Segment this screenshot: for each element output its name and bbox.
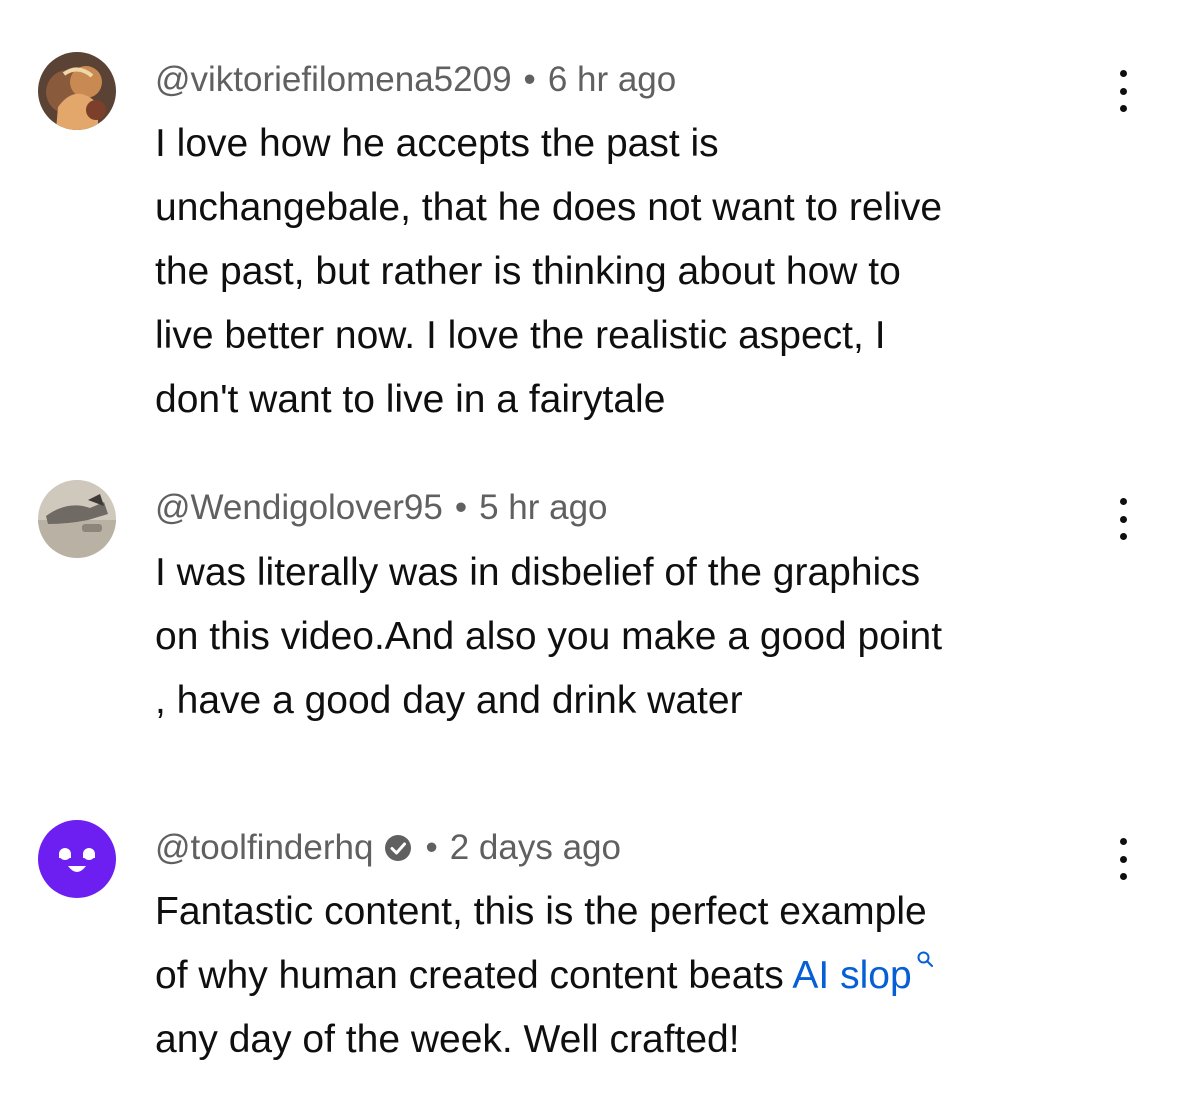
vertical-ellipsis-icon [1119, 70, 1127, 77]
vertical-ellipsis-icon [1119, 533, 1127, 540]
vertical-ellipsis-icon [1119, 855, 1127, 863]
comment-line: any day of the week. Well crafted! [155, 1018, 740, 1061]
comment-text: I was literally was in disbelief of the … [155, 541, 1115, 733]
avatar[interactable] [38, 52, 116, 130]
comment-author[interactable]: @toolfinderhq [155, 830, 373, 865]
comment-line: on this video.And also you make a good p… [155, 615, 943, 658]
avatar[interactable] [38, 480, 116, 558]
comment-line: unchangebale, that he does not want to r… [155, 186, 943, 229]
comment-line: I love how he accepts the past is [155, 122, 719, 165]
comment-author[interactable]: @Wendigolover95 [155, 490, 443, 525]
comment-line: I was literally was in disbelief of the … [155, 551, 921, 594]
comment-line: , have a good day and drink water [155, 679, 743, 722]
comment-line: of why human created content beats AI sl… [155, 944, 1115, 1008]
comment-text: I love how he accepts the past is unchan… [155, 112, 1115, 432]
more-options-button[interactable] [1108, 496, 1138, 542]
vertical-ellipsis-icon [1119, 515, 1127, 523]
separator-dot: • [523, 60, 536, 99]
photo-avatar-icon [38, 480, 116, 558]
comment-line: don't want to live in a fairytale [155, 378, 666, 421]
comment-line: the past, but rather is thinking about h… [155, 250, 901, 293]
search-link-ai-slop[interactable]: AI slop [792, 954, 911, 997]
verified-check-icon [385, 834, 412, 861]
vertical-ellipsis-icon [1119, 105, 1127, 112]
separator-dot: • [425, 828, 438, 867]
comment-text: Fantastic content, this is the perfect e… [155, 880, 1115, 1072]
comment-meta: @viktoriefilomena5209 • 6 hr ago [155, 62, 676, 97]
avatar[interactable] [38, 820, 116, 898]
comment-line-text: of why human created content beats [155, 954, 793, 997]
vertical-ellipsis-icon [1119, 87, 1127, 95]
separator-dot: • [454, 488, 468, 527]
more-options-button[interactable] [1108, 836, 1138, 882]
painting-avatar-icon [38, 52, 116, 130]
vertical-ellipsis-icon [1119, 873, 1127, 880]
comment-meta: @toolfinderhq • 2 days ago [155, 830, 621, 865]
search-icon[interactable] [916, 950, 934, 968]
comment-timestamp: 6 hr ago [547, 60, 677, 99]
vertical-ellipsis-icon [1119, 498, 1127, 505]
comment-line: Fantastic content, this is the perfect e… [155, 890, 927, 933]
comment-line: live better now. I love the realistic as… [155, 314, 886, 357]
comment-meta: @Wendigolover95 • 5 hr ago [155, 490, 608, 525]
comment-author[interactable]: @viktoriefilomena5209 [155, 62, 512, 97]
vertical-ellipsis-icon [1119, 838, 1127, 845]
comment-timestamp: 5 hr ago [479, 488, 608, 527]
more-options-button[interactable] [1108, 68, 1138, 114]
comment-timestamp: 2 days ago [449, 828, 621, 867]
purple-logo-avatar-icon [38, 820, 116, 898]
